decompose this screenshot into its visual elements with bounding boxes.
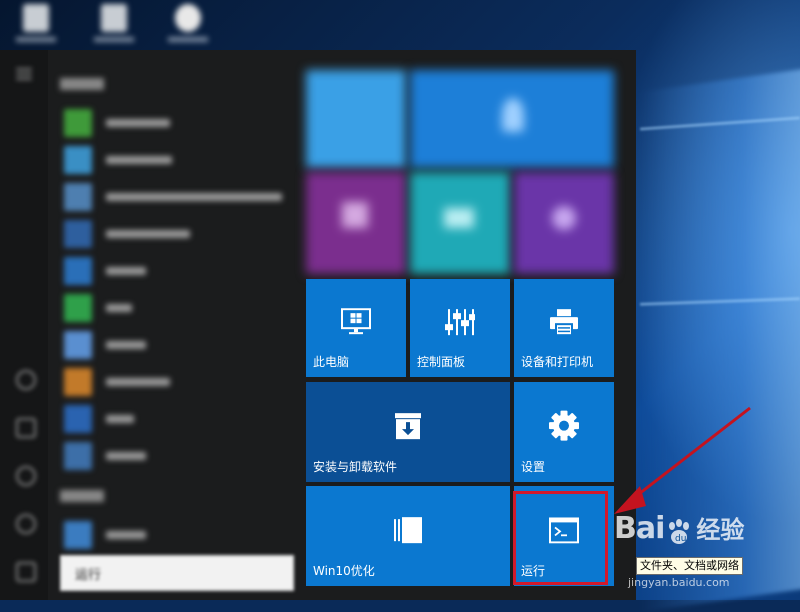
tile-label: 设备和打印机 (521, 355, 594, 369)
list-item[interactable] (52, 141, 292, 178)
start-left-strip (0, 50, 48, 600)
hamburger-icon[interactable] (16, 68, 32, 70)
watermark-brand: Bai (614, 511, 665, 546)
terminal-icon (549, 517, 579, 547)
user-icon[interactable] (16, 370, 36, 390)
settings-small-icon[interactable] (16, 466, 36, 486)
tile-label: Win10优化 (313, 564, 375, 578)
search-box[interactable] (60, 555, 294, 591)
power-icon[interactable] (16, 514, 36, 534)
list-item[interactable] (52, 178, 292, 215)
tile-label: 此电脑 (313, 355, 350, 369)
tile-blurred[interactable] (514, 172, 614, 274)
tile-install-uninstall[interactable]: 安装与卸载软件 (306, 382, 510, 482)
watermark-url: jingyan.baidu.com (628, 576, 730, 589)
tile-blurred[interactable] (306, 70, 406, 168)
sliders-icon (445, 308, 475, 340)
list-group-header (60, 78, 104, 90)
list-item[interactable] (52, 516, 292, 553)
tooltip: 文件夹、文档或网络 (636, 557, 743, 575)
tile-run[interactable]: 运行 (514, 486, 614, 586)
all-apps-icon[interactable] (16, 562, 36, 582)
list-item[interactable] (52, 104, 292, 141)
tile-label: 设置 (521, 460, 546, 474)
desktop-icon[interactable] (92, 0, 136, 46)
folder-icon[interactable] (16, 418, 36, 438)
tile-win10-optimize[interactable]: Win10优化 (306, 486, 510, 586)
list-item[interactable] (52, 437, 292, 474)
list-item[interactable] (52, 400, 292, 437)
tile-label: 运行 (521, 564, 546, 578)
app-list (52, 72, 292, 553)
list-group-header (60, 490, 104, 502)
tile-settings[interactable]: 设置 (514, 382, 614, 482)
list-item[interactable] (52, 363, 292, 400)
desktop-icon[interactable] (166, 0, 210, 46)
tile-this-pc[interactable]: 此电脑 (306, 279, 406, 377)
window-panel-icon (393, 516, 423, 548)
paw-icon: du (664, 517, 694, 551)
list-item[interactable] (52, 326, 292, 363)
monitor-windows-icon (341, 308, 371, 340)
baidu-watermark: Bai du 经验 jingyan.baidu.com (614, 510, 745, 589)
list-item[interactable] (52, 252, 292, 289)
tile-devices-printers[interactable]: 设备和打印机 (514, 279, 614, 377)
download-box-icon (393, 412, 423, 444)
tile-blurred[interactable] (306, 172, 406, 274)
tile-blurred[interactable] (410, 172, 510, 274)
list-item[interactable] (52, 215, 292, 252)
desktop-icon[interactable] (14, 0, 58, 46)
list-item[interactable] (52, 289, 292, 326)
tile-control-panel[interactable]: 控制面板 (410, 279, 510, 377)
gear-icon (548, 410, 580, 446)
tile-label: 控制面板 (417, 355, 466, 369)
watermark-brand-tail: 经验 (696, 516, 745, 544)
tile-blurred[interactable] (410, 70, 614, 168)
printer-icon (549, 308, 579, 340)
search-input[interactable] (61, 556, 293, 590)
svg-text:du: du (675, 534, 686, 544)
tile-label: 安装与卸载软件 (313, 460, 398, 474)
